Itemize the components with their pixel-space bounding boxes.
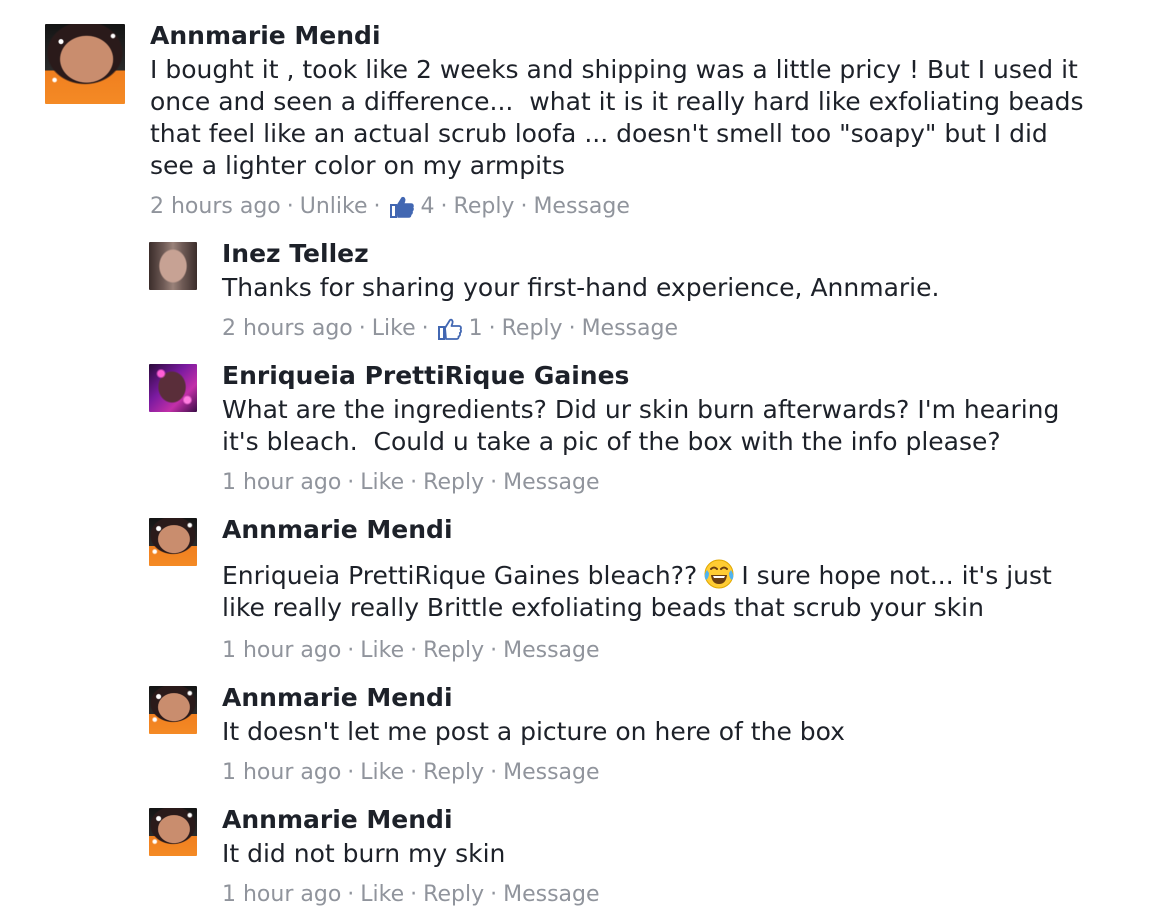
comment-actions: 2 hours ago · Like · 1 · Reply · Message — [222, 315, 678, 343]
unlike-button[interactable]: Unlike — [300, 193, 368, 221]
separator-dot: · — [568, 316, 576, 341]
separator-dot: · — [410, 638, 418, 663]
reply-button[interactable]: Reply — [502, 315, 563, 343]
comment-timestamp[interactable]: 1 hour ago — [222, 469, 341, 497]
comment-author[interactable]: Enriqueia PrettiRique Gaines — [222, 360, 629, 392]
message-button[interactable]: Message — [503, 881, 599, 909]
reply-button[interactable]: Reply — [423, 637, 484, 665]
avatar[interactable] — [149, 808, 197, 856]
like-count[interactable]: 1 — [469, 315, 483, 343]
separator-dot: · — [440, 194, 448, 219]
comment-timestamp[interactable]: 1 hour ago — [222, 881, 341, 909]
avatar[interactable] — [149, 364, 197, 412]
avatar[interactable] — [149, 518, 197, 566]
message-button[interactable]: Message — [582, 315, 678, 343]
comment-text: Enriqueia PrettiRique Gaines bleach?? I … — [222, 558, 1122, 624]
comment-actions: 1 hour ago · Like · Reply · Message — [222, 469, 600, 497]
comment-author[interactable]: Annmarie Mendi — [222, 682, 453, 714]
comment-timestamp[interactable]: 2 hours ago — [150, 193, 281, 221]
message-button[interactable]: Message — [533, 193, 629, 221]
avatar[interactable] — [149, 686, 197, 734]
like-button[interactable]: Like — [360, 881, 404, 909]
comment-text: It doesn't let me post a picture on here… — [222, 717, 845, 746]
separator-dot: · — [490, 470, 498, 495]
comment-text: I bought it , took like 2 weeks and ship… — [150, 55, 1084, 180]
comment-timestamp[interactable]: 2 hours ago — [222, 315, 353, 343]
like-button[interactable]: Like — [360, 759, 404, 787]
separator-dot: · — [347, 638, 355, 663]
separator-dot: · — [347, 882, 355, 907]
like-button[interactable]: Like — [360, 637, 404, 665]
comment-timestamp[interactable]: 1 hour ago — [222, 637, 341, 665]
comment-author[interactable]: Annmarie Mendi — [150, 20, 381, 52]
thumbs-up-icon[interactable] — [389, 195, 415, 219]
thumbs-up-icon[interactable] — [437, 317, 463, 341]
separator-dot: · — [490, 760, 498, 785]
separator-dot: · — [520, 194, 528, 219]
like-button[interactable]: Like — [360, 469, 404, 497]
separator-dot: · — [490, 638, 498, 663]
separator-dot: · — [410, 760, 418, 785]
comment-author[interactable]: Annmarie Mendi — [222, 514, 453, 546]
comment-text: Thanks for sharing your first-hand exper… — [222, 273, 940, 302]
separator-dot: · — [410, 470, 418, 495]
separator-dot: · — [410, 882, 418, 907]
message-button[interactable]: Message — [503, 759, 599, 787]
separator-dot: · — [358, 316, 366, 341]
reply-button[interactable]: Reply — [454, 193, 515, 221]
reply-button[interactable]: Reply — [423, 469, 484, 497]
comment-actions: 1 hour ago · Like · Reply · Message — [222, 759, 600, 787]
message-button[interactable]: Message — [503, 637, 599, 665]
separator-dot: · — [488, 316, 496, 341]
comment-author[interactable]: Inez Tellez — [222, 238, 369, 270]
comment-text-part: Enriqueia PrettiRique Gaines bleach?? — [222, 561, 698, 590]
separator-dot: · — [490, 882, 498, 907]
like-count[interactable]: 4 — [421, 193, 435, 221]
avatar[interactable] — [149, 242, 197, 290]
separator-dot: · — [286, 194, 294, 219]
separator-dot: · — [347, 760, 355, 785]
comment-actions: 2 hours ago · Unlike · 4 · Reply · Messa… — [150, 193, 630, 221]
reply-button[interactable]: Reply — [423, 759, 484, 787]
like-button[interactable]: Like — [372, 315, 416, 343]
comment-actions: 1 hour ago · Like · Reply · Message — [222, 881, 600, 909]
separator-dot: · — [347, 470, 355, 495]
face-with-tears-of-joy-emoji — [704, 559, 734, 589]
reply-button[interactable]: Reply — [423, 881, 484, 909]
separator-dot: · — [421, 316, 429, 341]
comment-actions: 1 hour ago · Like · Reply · Message — [222, 637, 600, 665]
separator-dot: · — [373, 194, 381, 219]
message-button[interactable]: Message — [503, 469, 599, 497]
comment-text: It did not burn my skin — [222, 839, 506, 868]
comment-text: What are the ingredients? Did ur skin bu… — [222, 395, 1060, 456]
comment-author[interactable]: Annmarie Mendi — [222, 804, 453, 836]
comment-timestamp[interactable]: 1 hour ago — [222, 759, 341, 787]
avatar[interactable] — [45, 24, 125, 104]
